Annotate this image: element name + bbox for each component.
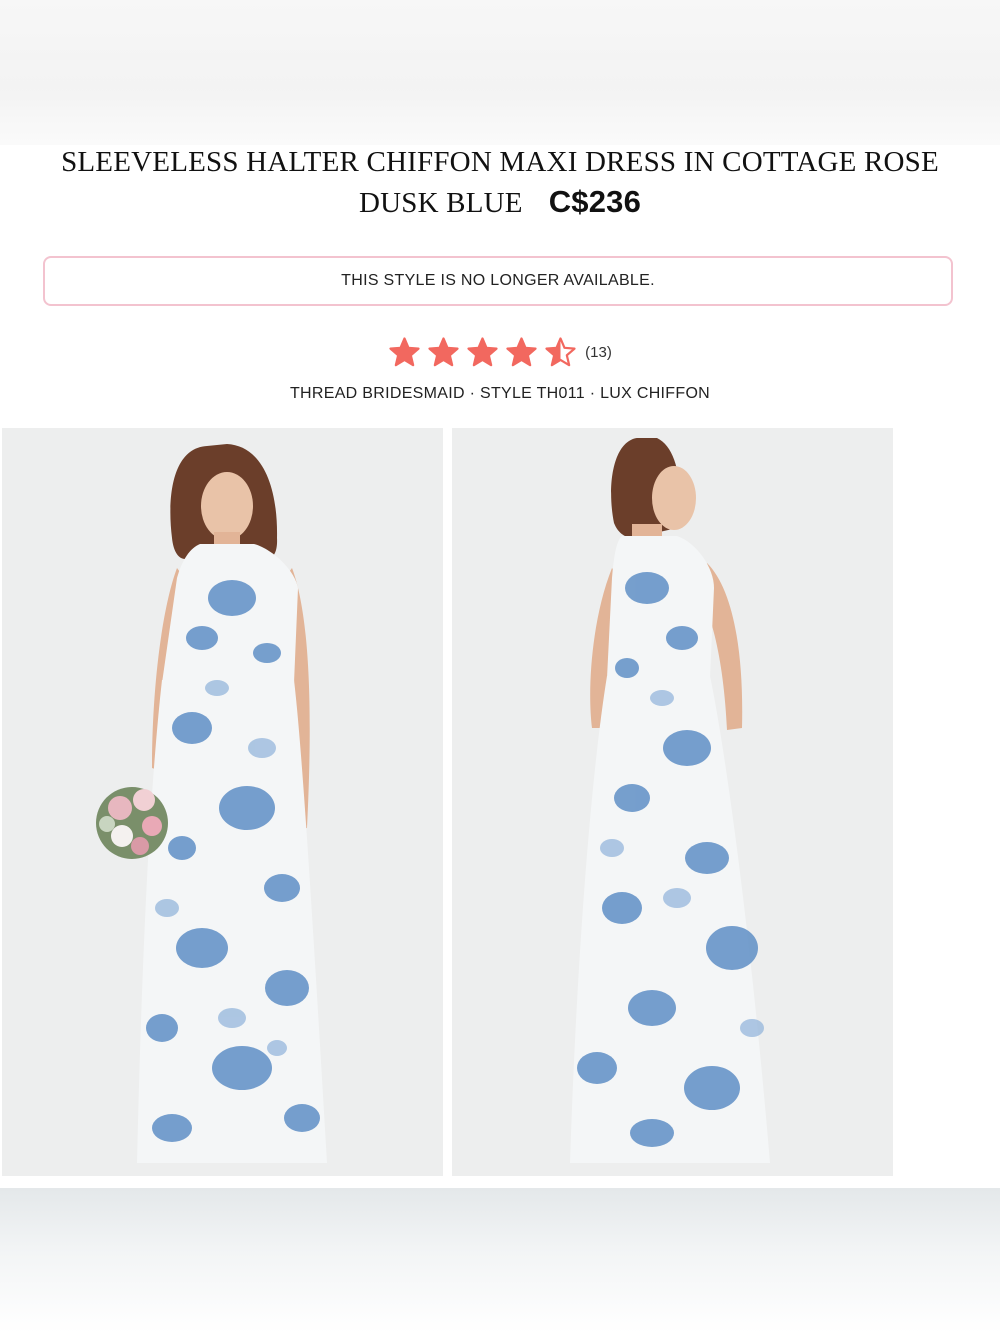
star-full-icon — [428, 337, 459, 367]
star-full-icon — [506, 337, 537, 367]
product-price: C$236 — [548, 184, 642, 219]
availability-notice-text: THIS STYLE IS NO LONGER AVAILABLE. — [341, 272, 655, 289]
product-title-line2: DUSK BLUE — [358, 187, 523, 219]
rating-summary[interactable]: (13) — [0, 336, 1000, 369]
product-photo-front[interactable] — [2, 428, 443, 1176]
star-half-icon — [545, 337, 576, 367]
top-faded-area — [0, 0, 1000, 145]
product-meta: THREAD BRIDESMAID · STYLE TH011 · LUX CH… — [289, 385, 711, 402]
availability-notice: THIS STYLE IS NO LONGER AVAILABLE. — [43, 256, 953, 306]
product-header: SLEEVELESS HALTER CHIFFON MAXI DRESS IN … — [0, 143, 1000, 223]
product-title: SLEEVELESS HALTER CHIFFON MAXI DRESS IN … — [0, 143, 1000, 223]
star-full-icon — [467, 337, 498, 367]
model-front-image — [2, 428, 443, 1176]
product-photo-back[interactable] — [452, 428, 893, 1176]
review-count[interactable]: (13) — [585, 344, 612, 361]
bottom-faded-area — [0, 1188, 1000, 1333]
star-rating[interactable] — [388, 336, 577, 369]
star-full-icon — [389, 337, 420, 367]
model-back-image — [452, 428, 893, 1176]
product-title-line1: SLEEVELESS HALTER CHIFFON MAXI DRESS IN … — [61, 146, 939, 178]
